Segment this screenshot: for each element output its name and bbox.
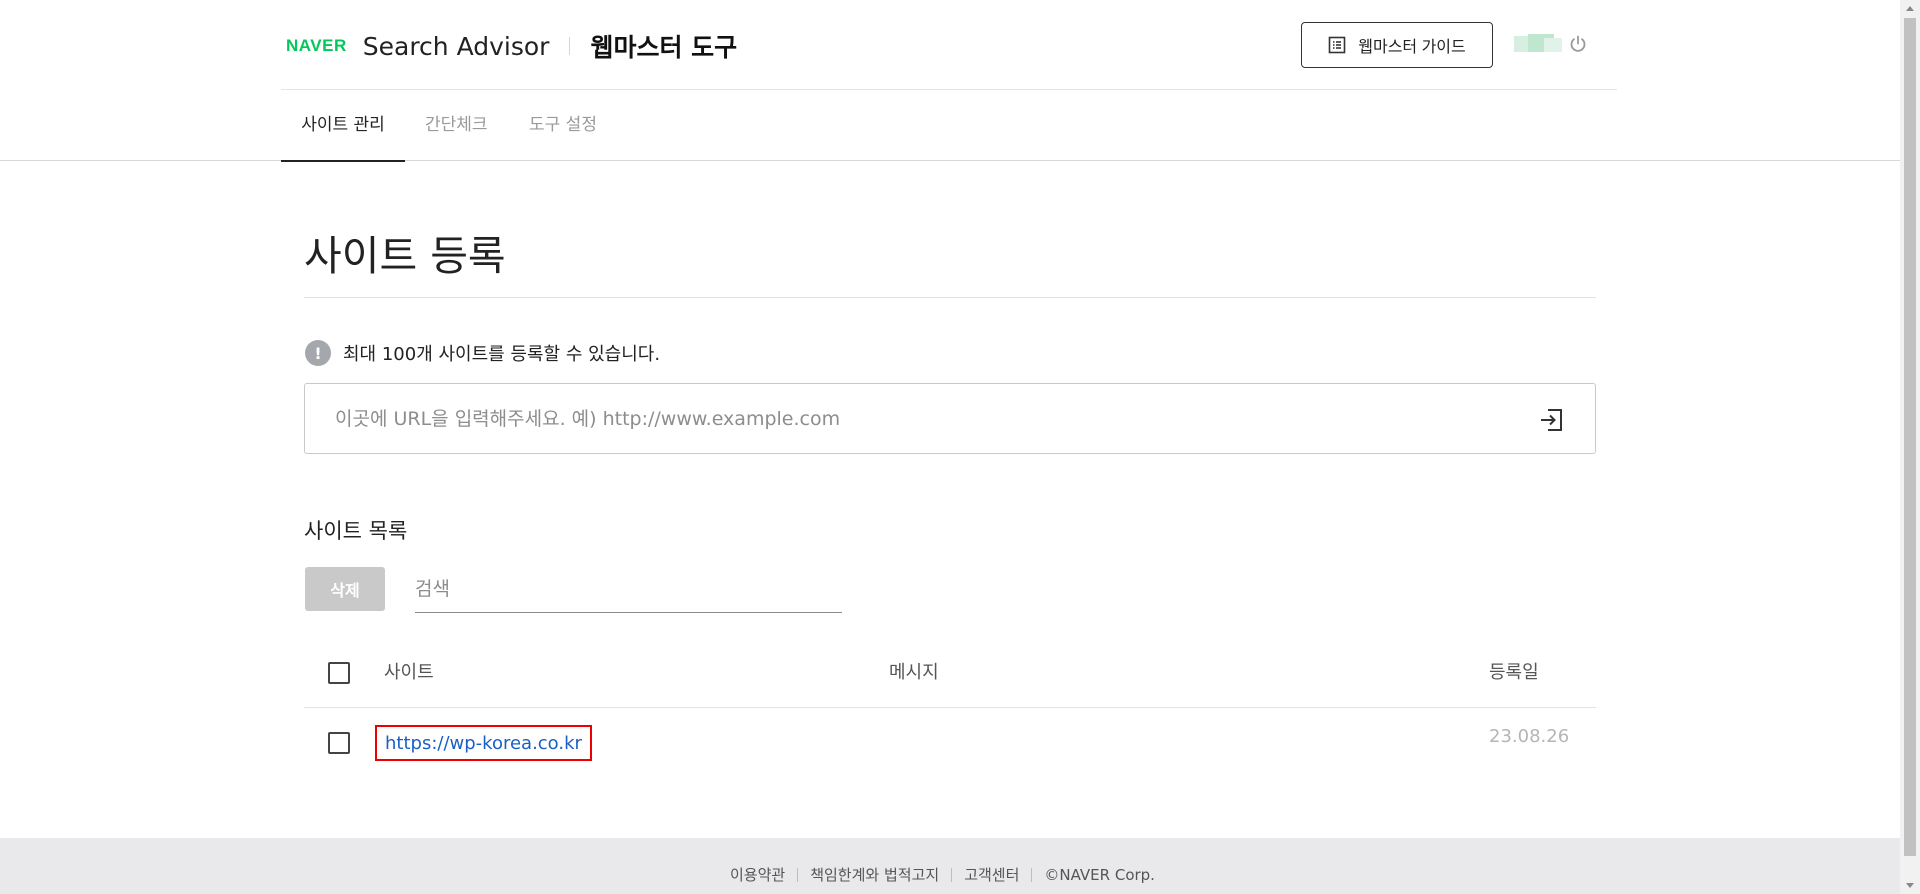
footer-divider xyxy=(951,867,953,882)
tab-quick-check[interactable]: 간단체크 xyxy=(425,90,488,161)
guide-list-icon xyxy=(1328,36,1346,54)
product-subtitle[interactable]: 웹마스터 도구 xyxy=(590,28,737,64)
nav-tabs: 사이트 관리 간단체크 도구 설정 xyxy=(0,90,1900,162)
site-table: 사이트 메시지 등록일 https://wp-korea.co.kr 23.08… xyxy=(304,640,1596,778)
scroll-down-arrow-icon[interactable] xyxy=(1906,883,1914,888)
footer-link-support[interactable]: 고객센터 xyxy=(964,864,1019,885)
site-list-title: 사이트 목록 xyxy=(304,519,408,543)
delete-button[interactable]: 삭제 xyxy=(305,567,385,611)
site-search xyxy=(415,569,842,613)
register-submit-icon[interactable] xyxy=(1538,408,1564,432)
footer-divider xyxy=(1031,867,1033,882)
footer: 이용약관 책임한계와 법적고지 고객센터 ©NAVER Corp. xyxy=(0,838,1900,894)
top-header: NAVER Search Advisor 웹마스터 도구 웹마스터 가이드 xyxy=(281,0,1617,90)
footer-divider xyxy=(797,867,799,882)
row-registration-date: 23.08.26 xyxy=(1489,726,1570,747)
row-checkbox[interactable] xyxy=(328,732,350,754)
page: NAVER Search Advisor 웹마스터 도구 웹마스터 가이드 사이… xyxy=(0,0,1900,894)
scrollbar-thumb[interactable] xyxy=(1904,18,1916,856)
url-input-box xyxy=(304,383,1596,454)
notice-text: 최대 100개 사이트를 등록할 수 있습니다. xyxy=(343,344,661,365)
vertical-scrollbar[interactable] xyxy=(1900,0,1920,894)
table-header: 사이트 메시지 등록일 xyxy=(304,640,1596,708)
tab-site-management[interactable]: 사이트 관리 xyxy=(281,90,405,162)
brand: NAVER Search Advisor 웹마스터 도구 xyxy=(286,28,737,64)
title-divider xyxy=(304,297,1596,298)
site-search-input[interactable] xyxy=(415,569,842,609)
select-all-checkbox[interactable] xyxy=(328,662,350,684)
footer-links: 이용약관 책임한계와 법적고지 고객센터 ©NAVER Corp. xyxy=(730,864,1155,885)
column-date: 등록일 xyxy=(1489,662,1539,683)
column-message: 메시지 xyxy=(889,662,939,683)
webmaster-guide-button[interactable]: 웹마스터 가이드 xyxy=(1301,22,1493,68)
brand-divider xyxy=(569,37,571,55)
naver-logo[interactable]: NAVER xyxy=(286,36,347,56)
product-name[interactable]: Search Advisor xyxy=(363,32,550,61)
power-icon[interactable] xyxy=(1568,34,1588,54)
footer-link-legal[interactable]: 책임한계와 법적고지 xyxy=(810,864,939,885)
user-avatar[interactable] xyxy=(1514,34,1562,54)
notice: ! 최대 100개 사이트를 등록할 수 있습니다. xyxy=(305,340,660,366)
column-site: 사이트 xyxy=(384,662,434,683)
page-title: 사이트 등록 xyxy=(304,232,506,280)
url-input[interactable] xyxy=(335,404,1495,434)
tab-tool-settings[interactable]: 도구 설정 xyxy=(529,90,597,161)
footer-copyright: ©NAVER Corp. xyxy=(1044,865,1155,884)
guide-button-label: 웹마스터 가이드 xyxy=(1358,39,1466,56)
info-icon: ! xyxy=(305,340,331,366)
site-url-link[interactable]: https://wp-korea.co.kr xyxy=(375,725,592,761)
scroll-up-arrow-icon[interactable] xyxy=(1906,6,1914,11)
footer-link-terms[interactable]: 이용약관 xyxy=(730,864,785,885)
